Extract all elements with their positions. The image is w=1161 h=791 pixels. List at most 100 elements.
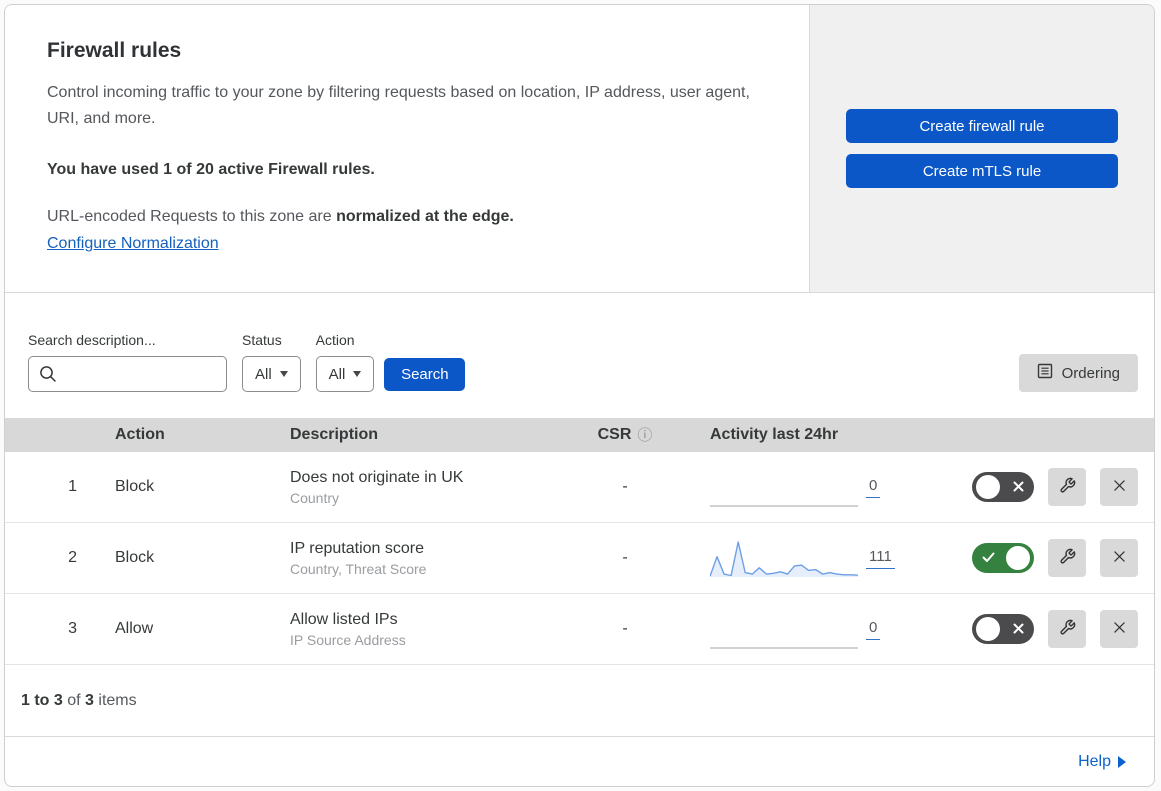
page-header-section: Firewall rules Control incoming traffic … bbox=[5, 5, 1154, 293]
rule-controls bbox=[920, 610, 1154, 648]
rule-description: Allow listed IPs bbox=[290, 610, 398, 628]
rule-action: Block bbox=[115, 549, 155, 566]
rule-number: 2 bbox=[68, 549, 77, 566]
activity-sparkline bbox=[709, 536, 859, 580]
configure-normalization-link[interactable]: Configure Normalization bbox=[47, 235, 219, 252]
status-select-value: All bbox=[255, 365, 272, 383]
normalization-text: URL-encoded Requests to this zone are bbox=[47, 207, 337, 225]
normalization-bold-text: normalized at the edge. bbox=[336, 207, 514, 225]
rule-activity-cell: 0 bbox=[675, 465, 920, 509]
chevron-down-icon bbox=[279, 371, 288, 377]
rule-controls bbox=[920, 468, 1154, 506]
enable-toggle[interactable] bbox=[972, 614, 1034, 644]
rule-number: 3 bbox=[68, 620, 77, 637]
firewall-rules-card: Firewall rules Control incoming traffic … bbox=[4, 4, 1155, 787]
usage-notice: You have used 1 of 20 active Firewall ru… bbox=[47, 160, 375, 178]
close-icon bbox=[1111, 619, 1128, 639]
column-header-activity: Activity last 24hr bbox=[710, 426, 839, 443]
edit-rule-button[interactable] bbox=[1048, 539, 1086, 577]
activity-count-link[interactable]: 0 bbox=[866, 477, 881, 498]
rule-activity-cell: 0 bbox=[675, 607, 920, 651]
pagination-summary: 1 to 3 of 3 items bbox=[5, 665, 1154, 737]
intro-panel: Firewall rules Control incoming traffic … bbox=[5, 5, 810, 292]
toggle-on-check-icon bbox=[982, 550, 995, 568]
ordering-button-label: Ordering bbox=[1061, 364, 1120, 382]
activity-count-link[interactable]: 0 bbox=[866, 619, 881, 640]
action-label: Action bbox=[315, 332, 355, 348]
column-header-description: Description bbox=[290, 426, 379, 443]
help-link[interactable]: Help bbox=[1078, 753, 1126, 771]
help-link-label: Help bbox=[1078, 752, 1111, 770]
normalization-notice: URL-encoded Requests to this zone are no… bbox=[47, 208, 769, 226]
arrow-right-icon bbox=[1118, 755, 1126, 768]
delete-rule-button[interactable] bbox=[1100, 468, 1138, 506]
chevron-down-icon bbox=[353, 371, 362, 377]
table-row: 1 Block Does not originate in UK Country… bbox=[5, 452, 1154, 523]
enable-toggle[interactable] bbox=[972, 472, 1034, 502]
toggle-knob bbox=[976, 475, 1000, 499]
rule-description: IP reputation score bbox=[290, 539, 425, 557]
filter-bar: Search description... Status All Action … bbox=[5, 293, 1154, 418]
table-row: 3 Allow Allow listed IPs IP Source Addre… bbox=[5, 594, 1154, 665]
info-icon[interactable]: ⓘ bbox=[637, 428, 652, 443]
rule-action: Block bbox=[115, 478, 155, 495]
rule-description: Does not originate in UK bbox=[290, 468, 464, 486]
item-total: 3 bbox=[85, 691, 94, 709]
rule-activity-cell: 111 bbox=[675, 536, 920, 580]
activity-sparkline bbox=[710, 465, 858, 509]
wrench-icon bbox=[1059, 477, 1076, 497]
rule-controls bbox=[920, 539, 1154, 577]
ordering-icon bbox=[1037, 363, 1053, 383]
activity-sparkline bbox=[710, 607, 858, 651]
rule-description-cell: IP reputation score Country, Threat Scor… bbox=[270, 540, 575, 577]
edit-rule-button[interactable] bbox=[1048, 610, 1086, 648]
close-icon bbox=[1111, 548, 1128, 568]
toggle-knob bbox=[1006, 546, 1030, 570]
ordering-button[interactable]: Ordering bbox=[1018, 354, 1138, 392]
wrench-icon bbox=[1059, 548, 1076, 568]
toggle-off-x-icon bbox=[1013, 621, 1024, 639]
action-filter-group: Action All bbox=[315, 332, 375, 392]
delete-rule-button[interactable] bbox=[1100, 539, 1138, 577]
items-text: items bbox=[93, 691, 137, 709]
column-header-csr: CSR ⓘ bbox=[575, 426, 675, 444]
csr-header-label: CSR bbox=[597, 426, 632, 443]
search-button[interactable]: Search bbox=[384, 358, 466, 391]
search-label: Search description... bbox=[28, 332, 156, 348]
rule-csr-value: - bbox=[622, 478, 628, 495]
edit-rule-button[interactable] bbox=[1048, 468, 1086, 506]
rule-csr-value: - bbox=[622, 549, 628, 566]
of-text: of bbox=[62, 691, 86, 709]
action-select[interactable]: All bbox=[315, 356, 375, 392]
search-input[interactable] bbox=[28, 356, 227, 392]
search-box bbox=[28, 356, 227, 392]
cta-panel: Create firewall rule Create mTLS rule bbox=[810, 5, 1154, 292]
rule-fields: Country bbox=[290, 489, 340, 506]
page-description: Control incoming traffic to your zone by… bbox=[47, 84, 750, 128]
rule-fields: IP Source Address bbox=[290, 631, 406, 648]
create-firewall-rule-button[interactable]: Create firewall rule bbox=[846, 109, 1118, 143]
rule-csr-value: - bbox=[622, 620, 628, 637]
table-row: 2 Block IP reputation score Country, Thr… bbox=[5, 523, 1154, 594]
create-mtls-rule-button[interactable]: Create mTLS rule bbox=[846, 154, 1118, 188]
status-select[interactable]: All bbox=[242, 356, 301, 392]
status-label: Status bbox=[242, 332, 282, 348]
toggle-off-x-icon bbox=[1013, 479, 1024, 497]
item-range: 1 to 3 bbox=[21, 691, 63, 709]
column-header-action: Action bbox=[115, 426, 165, 443]
rule-description-cell: Allow listed IPs IP Source Address bbox=[270, 611, 575, 648]
status-filter-group: Status All bbox=[242, 332, 301, 392]
rule-fields: Country, Threat Score bbox=[290, 560, 427, 577]
rule-description-cell: Does not originate in UK Country bbox=[270, 469, 575, 506]
enable-toggle[interactable] bbox=[972, 543, 1034, 573]
wrench-icon bbox=[1059, 619, 1076, 639]
delete-rule-button[interactable] bbox=[1100, 610, 1138, 648]
activity-count-link[interactable]: 111 bbox=[866, 548, 895, 569]
toggle-knob bbox=[976, 617, 1000, 641]
help-bar: Help bbox=[5, 737, 1154, 786]
search-filter-group: Search description... bbox=[28, 332, 227, 392]
page-title: Firewall rules bbox=[47, 39, 182, 62]
table-header: Action Description CSR ⓘ Activity last 2… bbox=[5, 418, 1154, 452]
rule-number: 1 bbox=[68, 478, 77, 495]
action-select-value: All bbox=[328, 365, 346, 383]
